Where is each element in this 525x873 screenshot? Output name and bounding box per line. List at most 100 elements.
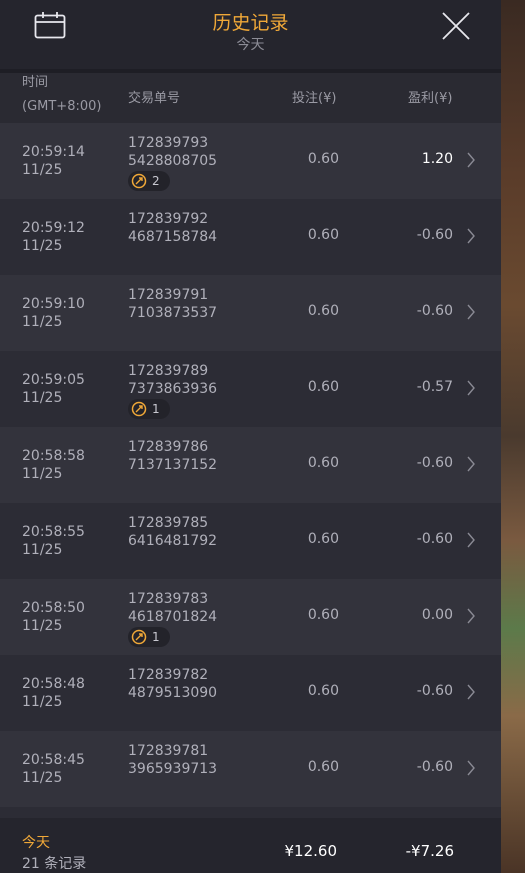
footer-period: 今天	[22, 835, 50, 851]
free-spin-badge: 1	[128, 627, 170, 647]
row-time-value: 20:58:50	[22, 600, 85, 616]
row-transaction-id: 172839792 4687158784	[128, 210, 217, 246]
column-bet: 投注(¥)	[292, 91, 337, 106]
row-id-line2: 4879513090	[128, 685, 218, 701]
column-timezone-label: (GMT+8:00)	[22, 99, 102, 114]
record-count: 21 条记录	[22, 856, 87, 872]
history-panel: 历史记录 今天 时间 (GMT+8:00) 交易单号 投注(¥) 盈利(¥) 2…	[0, 0, 501, 873]
row-time-value: 20:58:45	[22, 752, 85, 768]
row-bet: 0.60	[307, 151, 339, 167]
free-spin-count: 2	[152, 174, 160, 188]
row-bet: 0.60	[307, 303, 339, 319]
chevron-right-icon	[467, 152, 475, 168]
free-spin-badge: 2	[128, 171, 170, 191]
row-time-value: 20:59:14	[22, 144, 85, 160]
close-icon[interactable]	[440, 10, 472, 42]
table-row[interactable]: 20:58:45 11/25 172839781 3965939713 0.60…	[0, 731, 501, 807]
row-id-line2: 7103873537	[128, 305, 218, 321]
row-bet: 0.60	[307, 379, 339, 395]
page-subtitle: 今天	[236, 37, 265, 53]
row-time-value: 20:58:55	[22, 524, 85, 540]
table-row[interactable]: 20:58:50 11/25 172839783 4618701824 0.60…	[0, 579, 501, 655]
row-id-line1: 172839793	[128, 135, 209, 151]
row-time: 20:58:55 11/25	[22, 523, 85, 559]
chevron-right-icon	[467, 532, 475, 548]
row-transaction-id: 172839781 3965939713	[128, 742, 217, 778]
total-bet: ¥12.60	[284, 842, 338, 860]
row-date-value: 11/25	[22, 618, 63, 634]
chevron-right-icon	[467, 608, 475, 624]
row-time: 20:59:14 11/25	[22, 143, 85, 179]
free-spin-icon	[131, 401, 147, 417]
history-list: 20:59:14 11/25 172839793 5428808705 0.60…	[0, 123, 501, 807]
chevron-right-icon	[467, 456, 475, 472]
row-transaction-id: 172839782 4879513090	[128, 666, 217, 702]
row-id-line2: 7137137152	[128, 457, 218, 473]
row-id-line1: 172839785	[128, 515, 209, 531]
row-id-line2: 6416481792	[128, 533, 218, 549]
free-spin-icon	[131, 629, 147, 645]
row-time: 20:58:58 11/25	[22, 447, 85, 483]
table-row[interactable]: 20:58:48 11/25 172839782 4879513090 0.60…	[0, 655, 501, 731]
row-id-line2: 3965939713	[128, 761, 218, 777]
row-id-line2: 7373863936	[128, 381, 218, 397]
row-profit: -0.60	[416, 683, 453, 699]
table-row[interactable]: 20:59:10 11/25 172839791 7103873537 0.60…	[0, 275, 501, 351]
row-profit: 1.20	[421, 151, 453, 167]
row-date-value: 11/25	[22, 162, 63, 178]
row-profit: -0.60	[416, 759, 453, 775]
table-row[interactable]: 20:58:58 11/25 172839786 7137137152 0.60…	[0, 427, 501, 503]
chevron-right-icon	[467, 228, 475, 244]
row-transaction-id: 172839793 5428808705	[128, 134, 217, 170]
row-profit: -0.60	[416, 455, 453, 471]
row-bet: 0.60	[307, 683, 339, 699]
column-profit: 盈利(¥)	[408, 91, 453, 106]
row-id-line2: 4687158784	[128, 229, 218, 245]
table-row[interactable]: 20:58:55 11/25 172839785 6416481792 0.60…	[0, 503, 501, 579]
row-date-value: 11/25	[22, 542, 63, 558]
row-id-line1: 172839782	[128, 667, 209, 683]
row-time-value: 20:58:58	[22, 448, 85, 464]
row-profit: 0.00	[421, 607, 453, 623]
column-time-label: 时间	[22, 75, 49, 90]
chevron-right-icon	[467, 304, 475, 320]
table-row[interactable]: 20:59:05 11/25 172839789 7373863936 0.60…	[0, 351, 501, 427]
row-profit: -0.57	[416, 379, 453, 395]
row-date-value: 11/25	[22, 770, 63, 786]
row-id-line1: 172839786	[128, 439, 209, 455]
chevron-right-icon	[467, 684, 475, 700]
row-time: 20:59:05 11/25	[22, 371, 85, 407]
chevron-right-icon	[467, 760, 475, 776]
table-row[interactable]: 20:59:14 11/25 172839793 5428808705 0.60…	[0, 123, 501, 199]
row-bet: 0.60	[307, 531, 339, 547]
row-date-value: 11/25	[22, 390, 63, 406]
total-profit: -¥7.26	[405, 842, 454, 860]
table-header: 时间 (GMT+8:00) 交易单号 投注(¥) 盈利(¥)	[0, 73, 501, 123]
row-bet: 0.60	[307, 607, 339, 623]
row-id-line1: 172839792	[128, 211, 209, 227]
chevron-right-icon	[467, 380, 475, 396]
column-transaction-id: 交易单号	[128, 91, 181, 106]
free-spin-badge: 1	[128, 399, 170, 419]
row-transaction-id: 172839789 7373863936	[128, 362, 217, 398]
row-id-line1: 172839789	[128, 363, 209, 379]
row-transaction-id: 172839786 7137137152	[128, 438, 217, 474]
row-transaction-id: 172839783 4618701824	[128, 590, 217, 626]
summary-footer: 今天 21 条记录 ¥12.60 -¥7.26	[0, 818, 501, 873]
game-background	[501, 0, 525, 873]
row-transaction-id: 172839785 6416481792	[128, 514, 217, 550]
row-transaction-id: 172839791 7103873537	[128, 286, 217, 322]
free-spin-icon	[131, 173, 147, 189]
row-profit: -0.60	[416, 303, 453, 319]
row-date-value: 11/25	[22, 466, 63, 482]
row-id-line2: 4618701824	[128, 609, 218, 625]
row-time-value: 20:58:48	[22, 676, 85, 692]
page-title: 历史记录	[212, 12, 289, 34]
row-id-line1: 172839781	[128, 743, 209, 759]
row-date-value: 11/25	[22, 238, 63, 254]
row-profit: -0.60	[416, 531, 453, 547]
row-profit: -0.60	[416, 227, 453, 243]
header: 历史记录 今天	[0, 0, 501, 70]
row-time: 20:58:45 11/25	[22, 751, 85, 787]
table-row[interactable]: 20:59:12 11/25 172839792 4687158784 0.60…	[0, 199, 501, 275]
